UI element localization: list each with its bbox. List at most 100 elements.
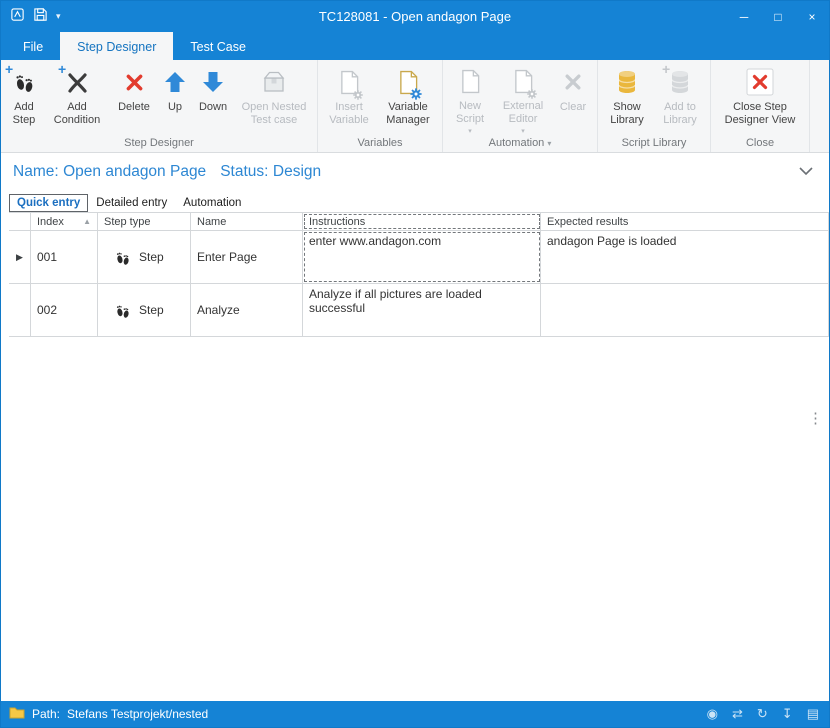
group-label-close: Close: [714, 135, 806, 153]
maximize-button[interactable]: □: [761, 1, 795, 32]
title-bar: ▾ TC128081 - Open andagon Page ─ □ ×: [1, 1, 829, 32]
plus-badge-icon: +: [5, 62, 13, 76]
add-to-library-button: + Add to Library: [653, 61, 707, 135]
add-condition-button[interactable]: + Add Condition: [44, 61, 110, 135]
document-gear-icon: [339, 66, 360, 98]
add-step-button[interactable]: + Add Step: [4, 61, 44, 135]
cell-instructions[interactable]: enter www.andagon.com: [303, 231, 541, 283]
document-gear-icon: [398, 66, 419, 98]
cell-step-type[interactable]: Step: [98, 231, 191, 283]
group-launcher-icon[interactable]: ▾: [547, 139, 551, 148]
grid-header-row: Index ▲ Step type Name Instructions Expe…: [9, 212, 829, 231]
cell-step-type[interactable]: Step: [98, 284, 191, 336]
clear-button: Clear: [552, 61, 594, 135]
cell-name[interactable]: Analyze: [191, 284, 303, 336]
tab-file[interactable]: File: [6, 32, 60, 60]
collapse-chevron-icon[interactable]: [795, 163, 817, 180]
new-script-button: New Script ▾: [446, 61, 494, 135]
tab-detailed-entry[interactable]: Detailed entry: [88, 194, 175, 212]
minimize-button[interactable]: ─: [727, 1, 761, 32]
column-header-step-type[interactable]: Step type: [98, 213, 191, 230]
plus-badge-icon: +: [58, 62, 66, 76]
ribbon-group-step-designer: + Add Step + Add Condition D: [1, 60, 318, 152]
tab-test-case[interactable]: Test Case: [173, 32, 263, 60]
app-icon[interactable]: [10, 7, 25, 27]
cell-name[interactable]: Enter Page: [191, 231, 303, 283]
row-selector-cell[interactable]: ▶: [9, 231, 31, 283]
column-header-name[interactable]: Name: [191, 213, 303, 230]
grid-header-selector: [9, 213, 31, 230]
package-icon: [261, 66, 287, 98]
group-label-automation: Automation▾: [446, 135, 594, 153]
database-icon: [615, 66, 639, 98]
document-gear-icon: [513, 66, 534, 97]
cell-expected-results[interactable]: andagon Page is loaded: [541, 231, 829, 283]
footprints-icon: [113, 248, 132, 267]
group-label-script-library: Script Library: [601, 135, 707, 153]
status-value: Design: [273, 163, 321, 181]
name-label: Name:: [13, 163, 59, 181]
up-arrow-icon: [164, 66, 186, 98]
delete-icon: [124, 66, 145, 98]
status-info-icon[interactable]: ◉: [707, 706, 718, 722]
down-arrow-icon: [202, 66, 224, 98]
status-download-icon[interactable]: ↧: [782, 706, 793, 722]
save-icon[interactable]: [33, 7, 48, 27]
ribbon: + Add Step + Add Condition D: [1, 60, 829, 153]
add-condition-icon: +: [64, 66, 90, 98]
plus-badge-icon: +: [662, 62, 670, 76]
open-nested-testcase-button: Open Nested Test case: [234, 61, 314, 135]
tab-automation[interactable]: Automation: [175, 194, 249, 212]
status-network-icon[interactable]: ⇄: [732, 706, 743, 722]
cell-instructions[interactable]: Analyze if all pictures are loaded succe…: [303, 284, 541, 336]
cell-index[interactable]: 001: [31, 231, 98, 283]
window-title: TC128081 - Open andagon Page: [1, 9, 829, 24]
status-bar: Path: Stefans Testprojekt/nested ◉ ⇄ ↻ ↧…: [1, 701, 829, 727]
status-refresh-icon[interactable]: ↻: [757, 706, 768, 722]
delete-button[interactable]: Delete: [110, 61, 158, 135]
tab-quick-entry[interactable]: Quick entry: [9, 194, 88, 212]
down-button[interactable]: Down: [192, 61, 234, 135]
content-filler: ⋮: [1, 337, 829, 701]
variable-manager-button[interactable]: Variable Manager: [377, 61, 439, 135]
entry-tab-bar: Quick entry Detailed entry Automation: [1, 190, 829, 212]
close-button[interactable]: ×: [795, 1, 829, 32]
document-icon: [460, 66, 481, 97]
sort-ascending-icon: ▲: [83, 217, 91, 226]
path-value: Stefans Testprojekt/nested: [67, 707, 208, 721]
app-window: ▾ TC128081 - Open andagon Page ─ □ × Fil…: [0, 0, 830, 728]
up-button[interactable]: Up: [158, 61, 192, 135]
overflow-handle-icon[interactable]: ⋮: [804, 407, 827, 429]
column-header-index[interactable]: Index ▲: [31, 213, 98, 230]
footprints-icon: [113, 301, 132, 320]
status-label: Status:: [220, 163, 268, 181]
group-label-step-designer: Step Designer: [4, 135, 314, 153]
status-log-icon[interactable]: ▤: [807, 706, 819, 722]
quick-access-dropdown-icon[interactable]: ▾: [56, 11, 61, 22]
show-library-button[interactable]: Show Library: [601, 61, 653, 135]
folder-icon: [9, 706, 25, 722]
document-header: Name: Open andagon Page Status: Design: [1, 153, 829, 190]
step-grid: Index ▲ Step type Name Instructions Expe…: [9, 212, 829, 337]
insert-variable-button: Insert Variable: [321, 61, 377, 135]
ribbon-group-variables: Insert Variable Variable Manager Variabl…: [318, 60, 443, 152]
cell-expected-results[interactable]: [541, 284, 829, 336]
close-x-icon: [745, 66, 775, 98]
testcase-name: Open andagon Page: [63, 163, 206, 181]
column-header-expected-results[interactable]: Expected results: [541, 213, 829, 230]
path-label: Path:: [32, 707, 60, 721]
table-row[interactable]: 002 Step Analyze Analyze if all pictures…: [9, 284, 829, 337]
ribbon-group-script-library: Show Library + Add to Library Script Lib…: [598, 60, 711, 152]
tab-step-designer[interactable]: Step Designer: [60, 32, 173, 60]
column-header-instructions[interactable]: Instructions: [303, 213, 541, 230]
group-label-variables: Variables: [321, 135, 439, 153]
ribbon-group-close: Close Step Designer View Close: [711, 60, 810, 152]
ribbon-tab-bar: File Step Designer Test Case: [1, 32, 829, 60]
cell-index[interactable]: 002: [31, 284, 98, 336]
add-step-icon: +: [11, 66, 37, 98]
external-editor-button: External Editor ▾: [494, 61, 552, 135]
close-step-designer-view-button[interactable]: Close Step Designer View: [714, 61, 806, 135]
row-selector-cell[interactable]: [9, 284, 31, 336]
table-row[interactable]: ▶ 001 Step Enter Page enter www.andagon.…: [9, 231, 829, 284]
current-row-marker-icon: ▶: [16, 252, 23, 263]
